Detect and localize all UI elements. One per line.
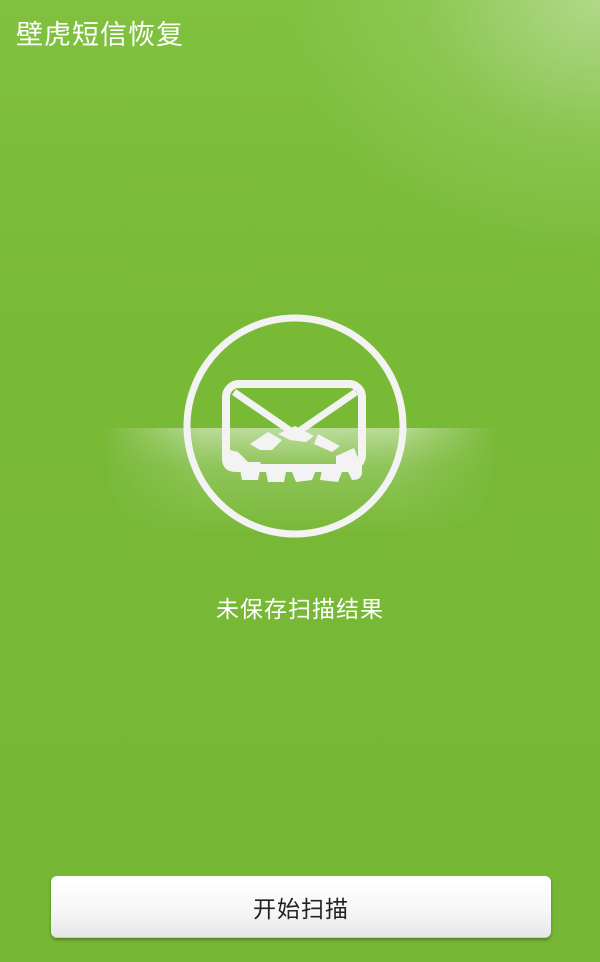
scan-status-text: 未保存扫描结果 [216,597,384,623]
start-scan-button[interactable]: 开始扫描 [51,876,551,938]
app-title: 壁虎短信恢复 [16,20,184,51]
scan-emblem [100,310,500,550]
scan-beam [100,350,500,538]
sms-envelope-scan-icon [100,314,500,538]
app-screen: 壁虎短信恢复 未保存扫描结果 开始扫描 [0,0,600,962]
